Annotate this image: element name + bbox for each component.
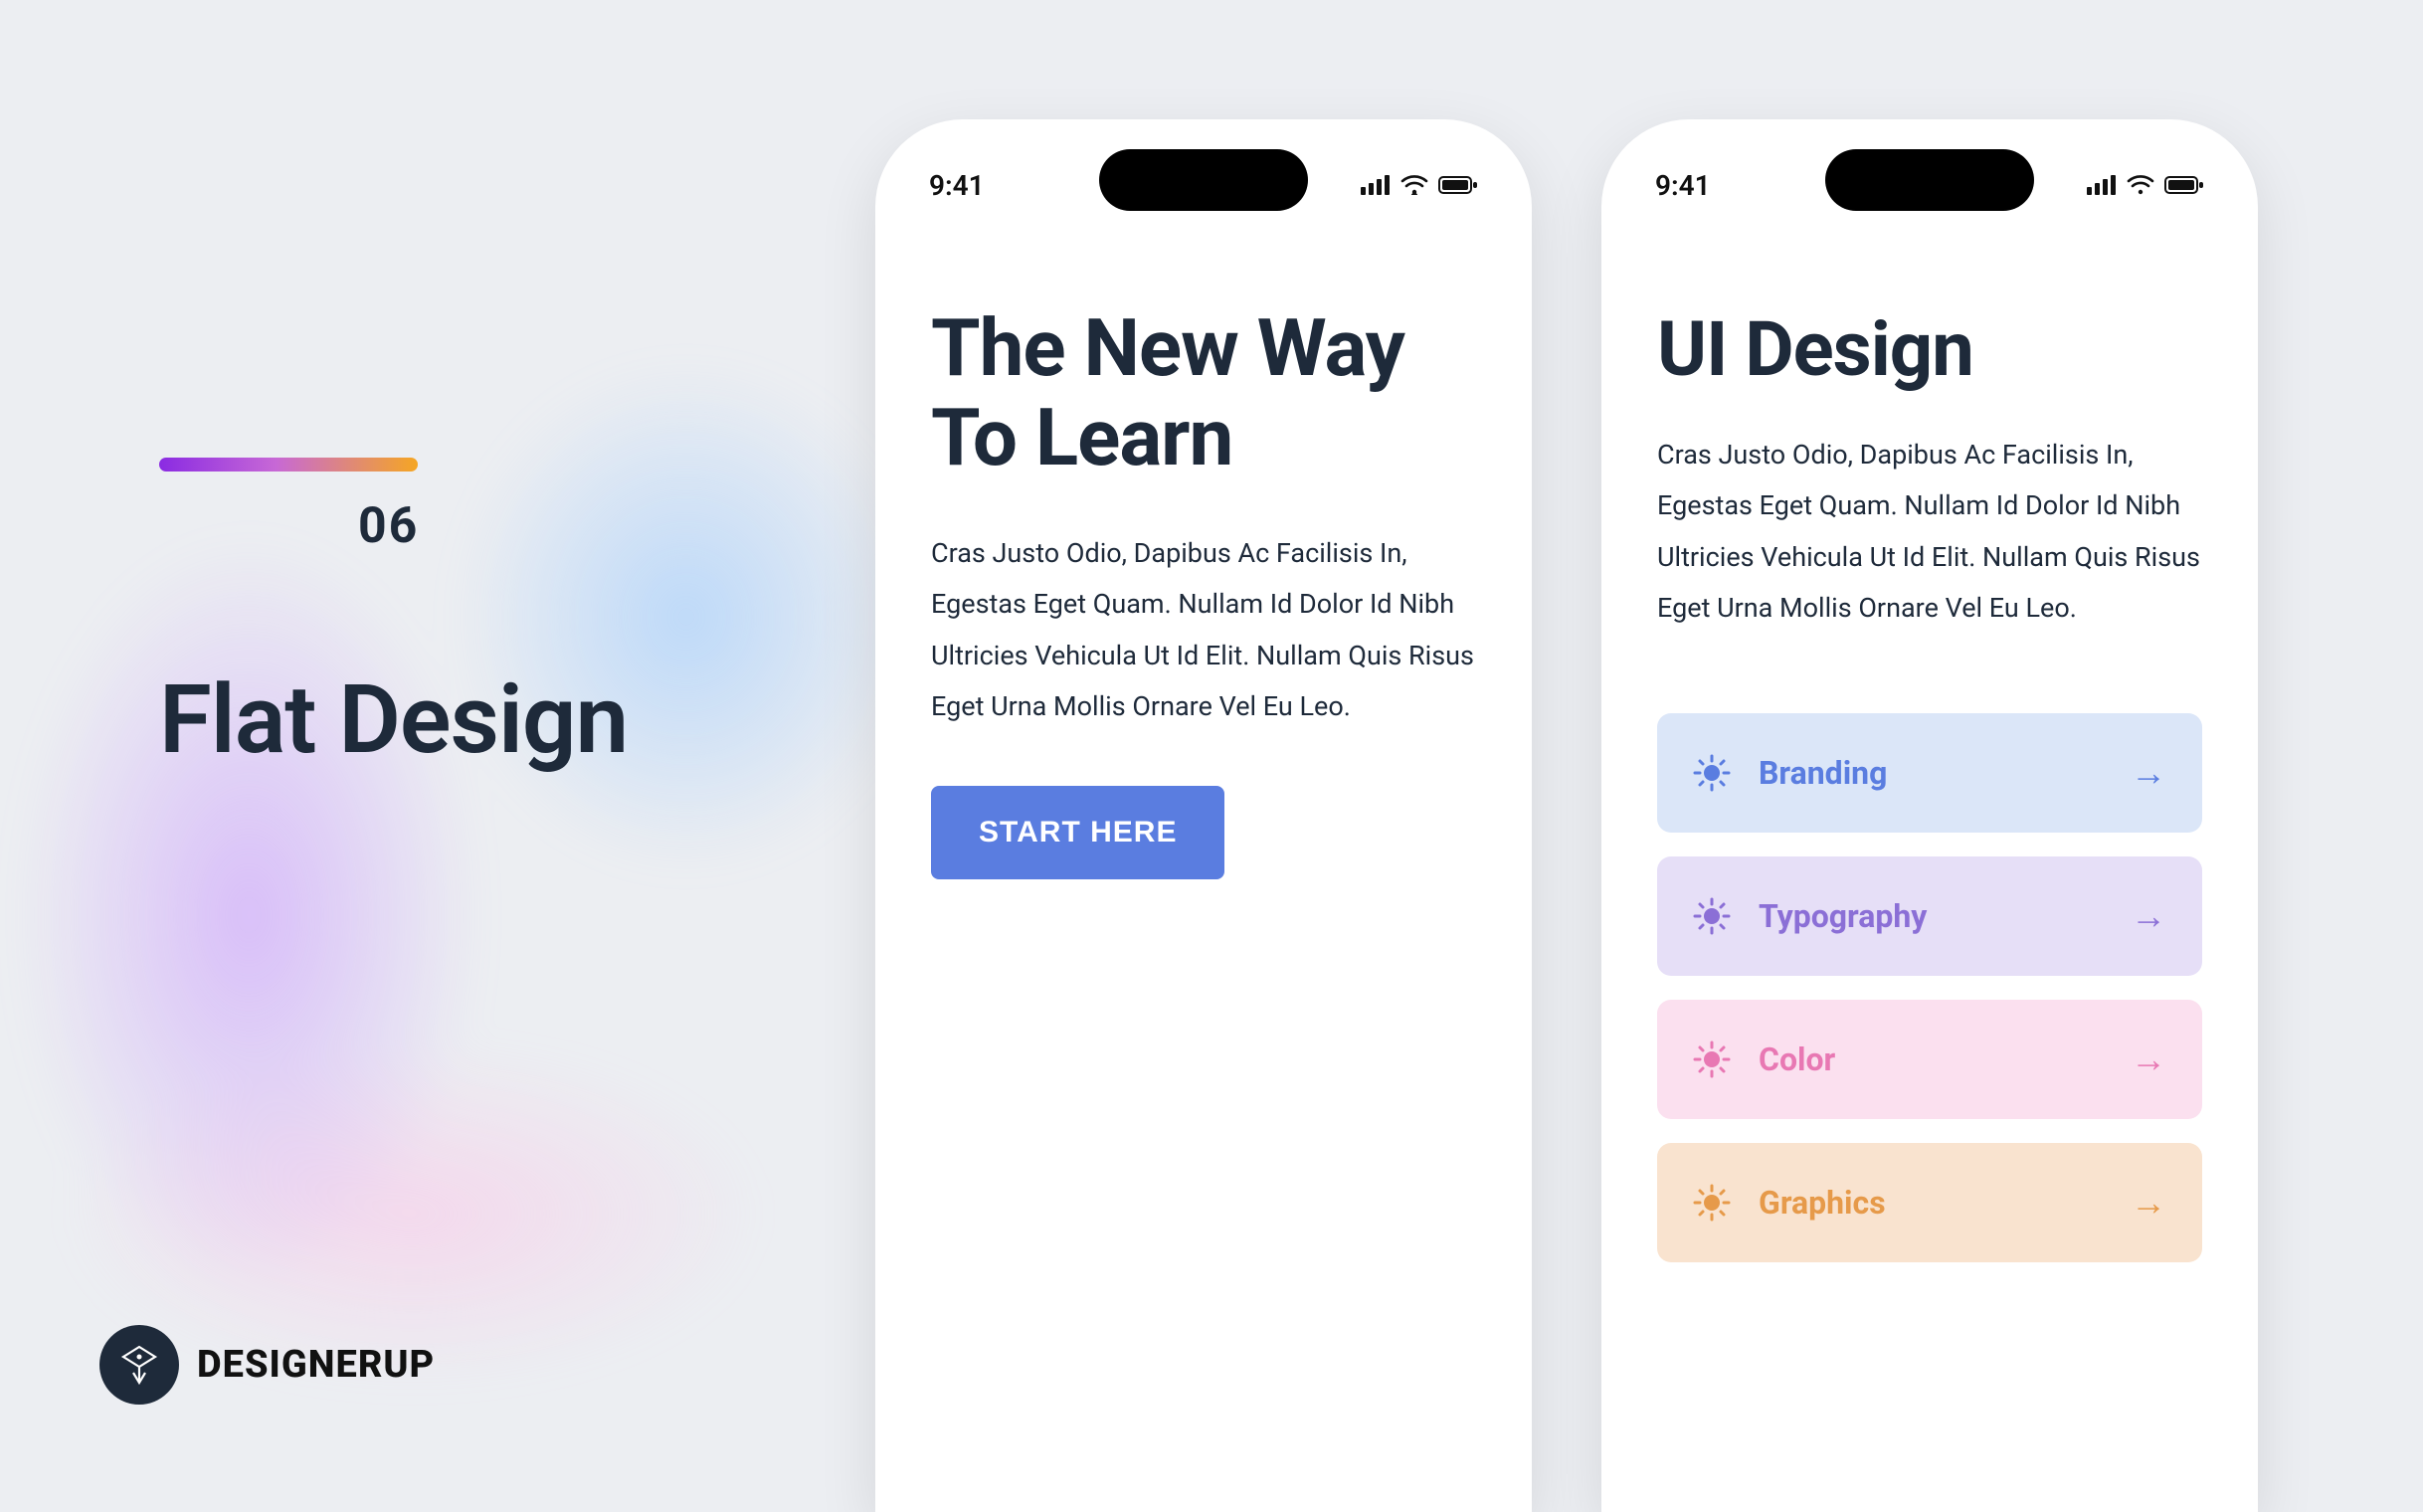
hero-title: The New Way To Learn	[931, 304, 1476, 482]
category-label: Color	[1759, 1040, 2131, 1078]
brand-logo: DESIGNERUP	[99, 1325, 435, 1405]
category-item-graphics[interactable]: Graphics →	[1657, 1143, 2202, 1262]
arrow-right-icon: →	[2131, 752, 2166, 794]
category-label: Branding	[1759, 754, 2131, 792]
phone-mockup-1: 9:41 The New Way To Learn Cras Justo Odi…	[875, 119, 1532, 1512]
battery-icon	[2164, 175, 2204, 195]
lightbulb-icon	[1693, 897, 1731, 935]
dynamic-island	[1099, 149, 1308, 211]
brand-name: DESIGNERUP	[197, 1343, 435, 1387]
dynamic-island	[1825, 149, 2034, 211]
arrow-right-icon: →	[2131, 1039, 2166, 1080]
hero-body: Cras Justo Odio, Dapibus Ac Facilisis In…	[931, 528, 1476, 732]
status-bar: 9:41	[1601, 145, 2258, 225]
lightbulb-icon	[1693, 754, 1731, 792]
phone-mockup-2: 9:41 UI Design Cras Justo Odio, Dapibus …	[1601, 119, 2258, 1512]
arrow-right-icon: →	[2131, 1182, 2166, 1224]
accent-bar	[159, 458, 418, 472]
lightbulb-icon	[1693, 1040, 1731, 1078]
slide-number: 06	[358, 497, 796, 555]
category-item-typography[interactable]: Typography →	[1657, 856, 2202, 976]
arrow-right-icon: →	[2131, 895, 2166, 937]
slide-meta: 06 Flat Design	[159, 458, 796, 776]
wifi-icon	[2127, 175, 2154, 195]
cellular-icon	[1361, 175, 1391, 195]
status-bar: 9:41	[875, 145, 1532, 225]
status-time: 9:41	[1655, 169, 1711, 202]
category-item-color[interactable]: Color →	[1657, 1000, 2202, 1119]
background-gradient	[0, 259, 1015, 1452]
battery-icon	[1438, 175, 1478, 195]
start-here-button[interactable]: START HERE	[931, 786, 1224, 879]
slide-title: Flat Design	[159, 664, 796, 776]
category-list: Branding → Typography → Color → Graphics	[1657, 713, 2202, 1262]
brand-badge-icon	[99, 1325, 179, 1405]
page-body: Cras Justo Odio, Dapibus Ac Facilisis In…	[1657, 430, 2202, 634]
lightbulb-icon	[1693, 1184, 1731, 1222]
category-item-branding[interactable]: Branding →	[1657, 713, 2202, 833]
category-label: Graphics	[1759, 1184, 2131, 1222]
wifi-icon	[1400, 175, 1428, 195]
page-title: UI Design	[1657, 304, 2202, 394]
cellular-icon	[2087, 175, 2117, 195]
status-time: 9:41	[929, 169, 985, 202]
category-label: Typography	[1759, 897, 2131, 935]
